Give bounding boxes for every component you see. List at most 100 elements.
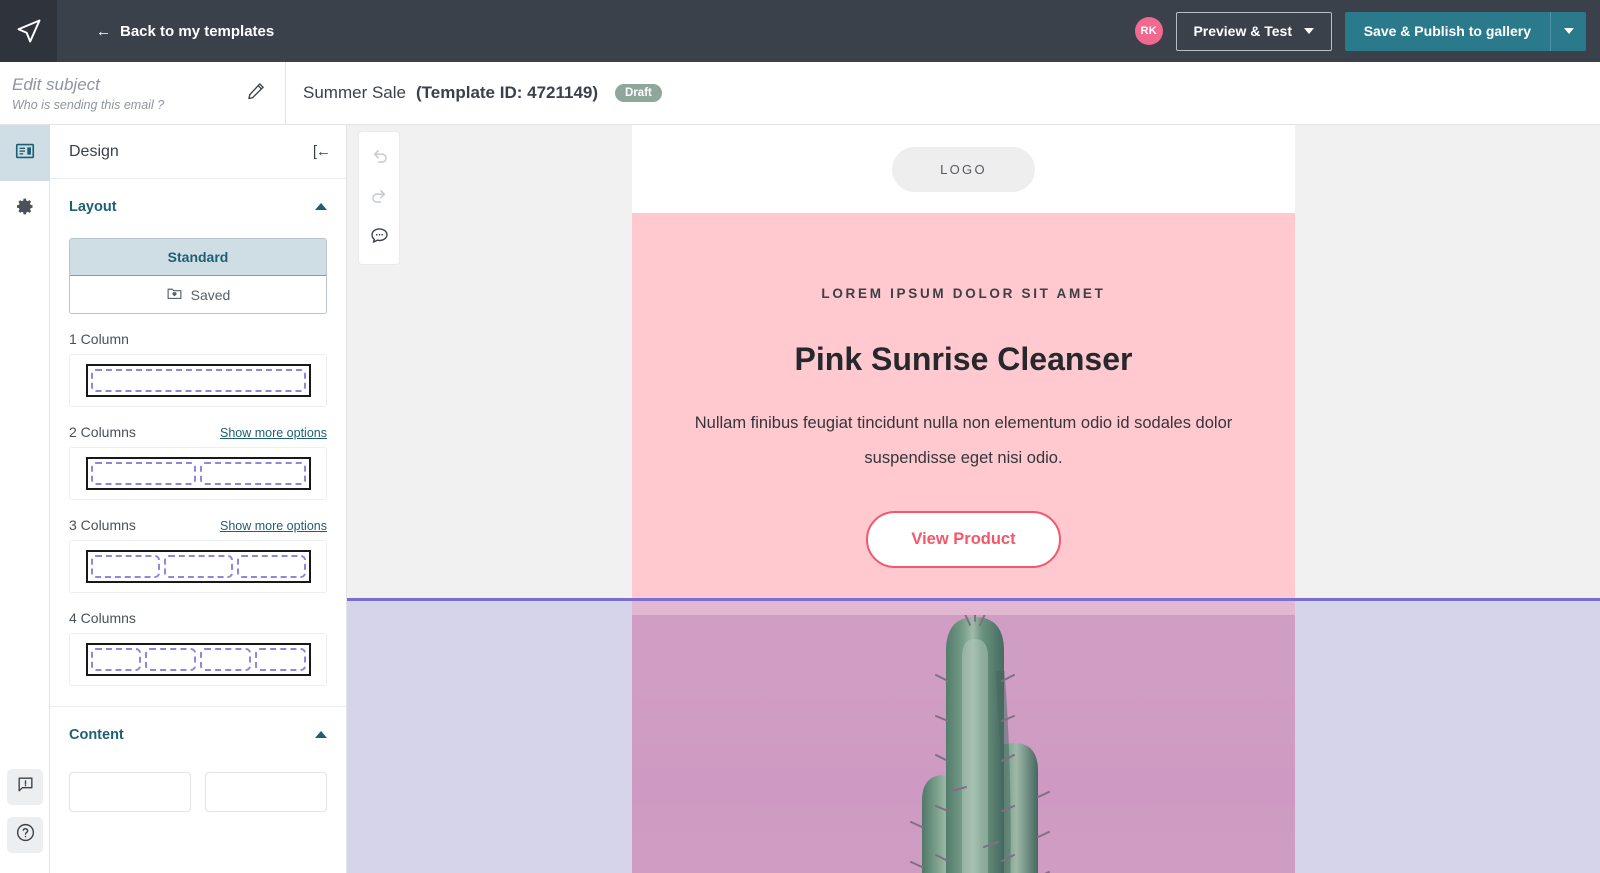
layout-group-2-header: 2 Columns Show more options [69, 424, 327, 440]
tab-saved-label: Saved [190, 286, 231, 303]
layout-group-3-label: 3 Columns [69, 517, 136, 533]
layout-group-1-label: 1 Column [69, 331, 129, 347]
template-title-area: Summer Sale (Template ID: 4721149) Draft [286, 62, 662, 124]
layout-group-3-header: 3 Columns Show more options [69, 517, 327, 533]
layout-source-tabs: Standard Saved [69, 238, 327, 314]
show-more-options-3-columns[interactable]: Show more options [220, 519, 327, 533]
avatar[interactable]: RK [1134, 17, 1163, 45]
layout-cell [90, 462, 196, 485]
subject-title-row: Edit subject Who is sending this email ?… [0, 62, 1600, 125]
status-badge: Draft [615, 84, 662, 102]
layout-option-1-column[interactable] [69, 354, 327, 407]
layout-section-header[interactable]: Layout [50, 179, 346, 234]
save-and-publish-button[interactable]: Save & Publish to gallery [1344, 11, 1550, 51]
chevron-up-icon[interactable] [315, 203, 327, 210]
redo-icon [369, 185, 390, 211]
template-id: (Template ID: 4721149) [415, 83, 599, 102]
tab-standard-label: Standard [167, 249, 229, 265]
sender-placeholder: Who is sending this email ? [12, 97, 165, 112]
template-name: Summer Sale [303, 83, 406, 102]
left-icon-rail [0, 125, 50, 873]
top-bar: ← Back to my templates RK Preview & Test… [0, 0, 1600, 62]
layout-preview [85, 364, 311, 397]
design-panel: Design [← Layout Standard Saved 1 Column [50, 125, 347, 873]
email-body: LOGO LOREM IPSUM DOLOR SIT AMET Pink Sun… [632, 125, 1295, 873]
feedback-button[interactable] [7, 769, 43, 805]
hero-body-text: Nullam finibus feugiat tincidunt nulla n… [694, 414, 1233, 467]
undo-button[interactable] [359, 138, 399, 178]
layout-cell [200, 648, 251, 671]
back-label: Back to my templates [120, 22, 275, 40]
rail-bottom-group [0, 769, 50, 865]
layout-cell [254, 648, 306, 671]
layout-option-3-columns[interactable] [69, 540, 327, 593]
help-question-icon [15, 822, 36, 848]
folder-heart-icon [166, 285, 183, 305]
design-panel-header: Design [← [50, 125, 346, 179]
back-arrow-icon: ← [96, 22, 111, 40]
content-tile[interactable] [69, 772, 191, 812]
chevron-down-icon [1563, 28, 1574, 34]
edit-subject-block[interactable]: Edit subject Who is sending this email ? [0, 62, 286, 124]
design-layout-icon [14, 140, 36, 167]
canvas-toolbar [358, 131, 400, 265]
paper-plane-icon [15, 17, 43, 45]
comment-button[interactable] [359, 218, 399, 258]
hero-eyebrow: LOREM IPSUM DOLOR SIT AMET [821, 286, 1106, 301]
publish-button-group: Save & Publish to gallery [1344, 11, 1586, 51]
layout-cell [145, 648, 196, 671]
layout-preview [85, 643, 311, 676]
logo-placeholder: LOGO [892, 146, 1035, 192]
chevron-up-icon[interactable] [315, 731, 327, 738]
hero-title: Pink Sunrise Cleanser [794, 341, 1133, 377]
top-bar-actions: RK Preview & Test Save & Publish to gall… [1134, 11, 1600, 51]
pencil-icon[interactable] [246, 81, 266, 106]
layout-cell [200, 462, 306, 485]
layout-group-4-label: 4 Columns [69, 610, 136, 626]
layout-cell [90, 369, 306, 392]
subject-texts: Edit subject Who is sending this email ? [12, 75, 164, 112]
view-product-button[interactable]: View Product [866, 511, 1061, 569]
layout-preview [85, 550, 311, 583]
layout-group-1-header: 1 Column [69, 331, 327, 347]
subject-placeholder: Edit subject [12, 74, 100, 94]
email-image-block[interactable] [632, 615, 1295, 873]
redo-button[interactable] [359, 178, 399, 218]
back-to-templates-link[interactable]: ← Back to my templates [96, 23, 274, 40]
layout-cell [90, 648, 142, 671]
undo-icon [369, 145, 390, 171]
preview-and-test-button[interactable]: Preview & Test [1175, 11, 1332, 51]
content-tiles [69, 772, 327, 812]
email-logo-block[interactable]: LOGO [632, 125, 1295, 213]
rail-item-settings[interactable] [0, 181, 50, 237]
layout-cell [236, 555, 306, 578]
layout-option-4-columns[interactable] [69, 633, 327, 686]
help-button[interactable] [7, 817, 43, 853]
layout-group-2-label: 2 Columns [69, 424, 136, 440]
panel-title: Design [69, 142, 119, 160]
show-more-options-2-columns[interactable]: Show more options [220, 426, 327, 440]
tab-standard[interactable]: Standard [70, 239, 326, 276]
chevron-down-icon [1304, 28, 1314, 34]
rail-item-design[interactable] [0, 125, 50, 181]
collapse-left-icon[interactable]: [← [313, 143, 331, 160]
email-canvas: LOGO LOREM IPSUM DOLOR SIT AMET Pink Sun… [347, 125, 1600, 873]
layout-option-2-columns[interactable] [69, 447, 327, 500]
layout-cell [163, 555, 233, 578]
cactus-image [909, 615, 1050, 873]
app-logo[interactable] [0, 0, 57, 62]
gear-icon [15, 196, 36, 222]
comment-icon [369, 225, 390, 251]
layout-preview [85, 457, 311, 490]
content-section-title: Content [69, 726, 124, 743]
publish-options-button[interactable] [1550, 11, 1586, 51]
layout-section-title: Layout [69, 198, 117, 215]
layout-group-4-header: 4 Columns [69, 610, 327, 626]
content-section-header[interactable]: Content [50, 707, 346, 762]
feedback-bubble-icon [16, 775, 35, 799]
preview-label: Preview & Test [1193, 23, 1292, 39]
email-hero-block[interactable]: LOREM IPSUM DOLOR SIT AMET Pink Sunrise … [632, 213, 1295, 616]
layout-cell [90, 555, 160, 578]
tab-saved[interactable]: Saved [70, 276, 326, 313]
content-tile[interactable] [205, 772, 327, 812]
